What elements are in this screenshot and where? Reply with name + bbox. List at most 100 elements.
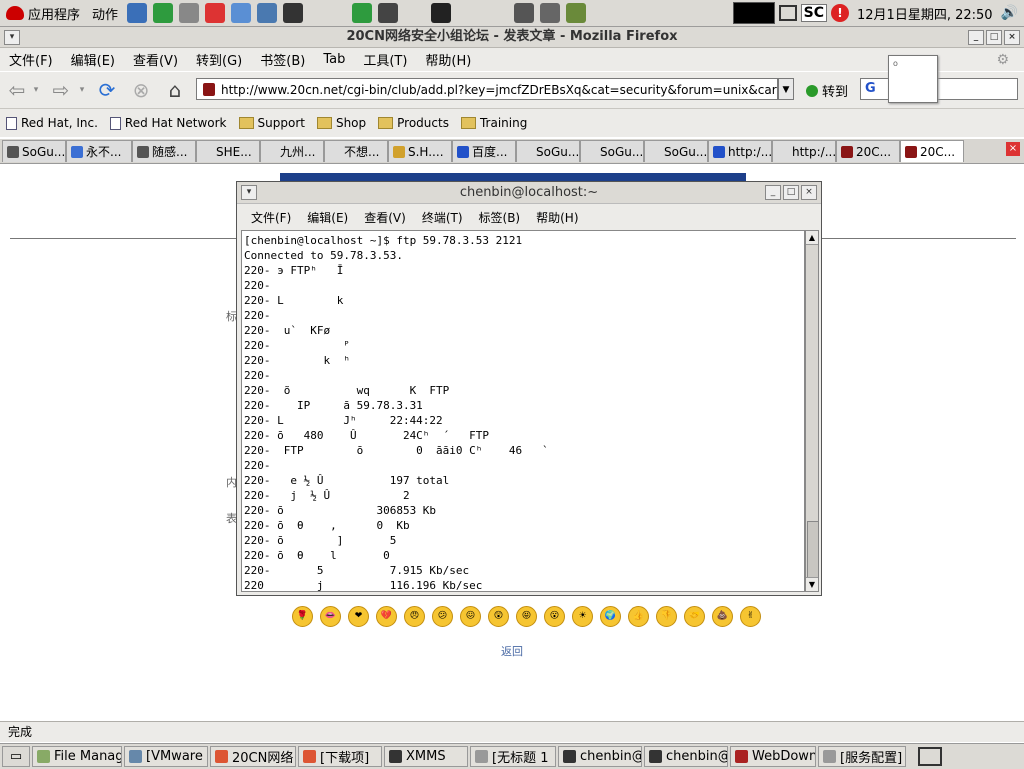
tab[interactable]: 20C... bbox=[836, 140, 900, 162]
search-icon[interactable] bbox=[514, 3, 535, 23]
emoticon-icon[interactable]: 💩 bbox=[712, 606, 733, 627]
taskbar-button[interactable]: [无标题 1 bbox=[470, 746, 556, 767]
menu-tools[interactable]: 工具(T) bbox=[354, 50, 416, 69]
tab[interactable]: SoGu... bbox=[516, 140, 580, 162]
taskbar-button[interactable]: chenbin@l bbox=[558, 746, 642, 767]
window-menu-button[interactable]: ▾ bbox=[4, 30, 20, 45]
forward-history-icon[interactable]: ▾ bbox=[76, 78, 88, 102]
taskbar-button[interactable]: [VMware W bbox=[124, 746, 208, 767]
emoticon-icon[interactable]: 👄 bbox=[320, 606, 341, 627]
scroll-thumb[interactable] bbox=[807, 521, 819, 579]
taskbar-button[interactable]: File Manag bbox=[32, 746, 122, 767]
emoticon-icon[interactable]: 😮 bbox=[544, 606, 565, 627]
menu-view[interactable]: 查看(V) bbox=[124, 50, 187, 69]
input-indicator[interactable]: SC bbox=[800, 4, 828, 22]
calculator-icon[interactable] bbox=[231, 3, 252, 23]
terminal-close-button[interactable]: × bbox=[801, 185, 817, 200]
tab[interactable]: S.H.... bbox=[388, 140, 452, 162]
taskbar-button[interactable]: [下载项] bbox=[298, 746, 382, 767]
network-icon[interactable] bbox=[153, 3, 174, 23]
terminal-minimize-button[interactable]: _ bbox=[765, 185, 781, 200]
qq-icon[interactable] bbox=[205, 3, 226, 23]
forward-icon[interactable]: ⇨ bbox=[48, 78, 74, 102]
update-icon[interactable]: ! bbox=[831, 4, 850, 22]
bookmark-item[interactable]: Red Hat, Inc. bbox=[0, 116, 104, 130]
taskbar-button[interactable]: 20CN网络 bbox=[210, 746, 296, 767]
xmms-icon[interactable] bbox=[283, 3, 304, 23]
tab[interactable]: http:/... bbox=[708, 140, 772, 162]
terminal-window[interactable]: ▾ chenbin@localhost:~ _ □ × 文件(F) 编辑(E) … bbox=[236, 181, 822, 596]
url-bar[interactable]: http://www.20cn.net/cgi-bin/club/add.pl?… bbox=[196, 78, 778, 100]
tab[interactable]: SoGu... bbox=[2, 140, 66, 162]
show-desktop-icon[interactable]: ▭ bbox=[2, 746, 30, 767]
google-icon[interactable]: G bbox=[865, 81, 876, 96]
emoticon-icon[interactable]: 💔 bbox=[376, 606, 397, 627]
terminal-menu-tabs[interactable]: 标签(B) bbox=[471, 209, 529, 226]
terminal-output[interactable]: [chenbin@localhost ~]$ ftp 59.78.3.53 21… bbox=[241, 230, 805, 592]
menu-tab[interactable]: Tab bbox=[314, 52, 354, 67]
emoticon-icon[interactable]: 😲 bbox=[488, 606, 509, 627]
terminal-menu-terminal[interactable]: 终端(T) bbox=[414, 209, 471, 226]
emoticon-icon[interactable]: 😠 bbox=[404, 606, 425, 627]
scroll-down-icon[interactable]: ▼ bbox=[806, 577, 818, 591]
go-button[interactable]: 转到 bbox=[806, 81, 848, 100]
terminal-menu-file[interactable]: 文件(F) bbox=[243, 209, 299, 226]
edit-icon[interactable] bbox=[179, 3, 200, 23]
clock[interactable]: 12月1日星期四, 22:50 bbox=[853, 4, 997, 23]
maximize-button[interactable]: □ bbox=[986, 30, 1002, 45]
emoticon-icon[interactable]: 😕 bbox=[432, 606, 453, 627]
autocomplete-popup[interactable]: o bbox=[888, 55, 938, 103]
tab[interactable]: 20C... bbox=[900, 140, 964, 162]
back-link[interactable]: 返回 bbox=[501, 643, 523, 659]
bookmark-item[interactable]: Products bbox=[372, 116, 455, 130]
camera-icon[interactable] bbox=[540, 3, 561, 23]
bookmark-item[interactable]: Red Hat Network bbox=[104, 116, 233, 130]
stop-icon[interactable]: ⊗ bbox=[128, 78, 154, 102]
menu-go[interactable]: 转到(G) bbox=[187, 50, 251, 69]
menu-help[interactable]: 帮助(H) bbox=[416, 50, 480, 69]
tab[interactable]: SoGu... bbox=[580, 140, 644, 162]
tab[interactable]: 永不... bbox=[66, 140, 132, 162]
bookmark-item[interactable]: Shop bbox=[311, 116, 372, 130]
tab[interactable]: 随感... bbox=[132, 140, 196, 162]
back-icon[interactable]: ⇦ bbox=[4, 78, 30, 102]
tab[interactable]: http:/... bbox=[772, 140, 836, 162]
glasses-icon[interactable] bbox=[431, 3, 452, 23]
bookmark-item[interactable]: Support bbox=[233, 116, 311, 130]
menu-file[interactable]: 文件(F) bbox=[0, 50, 62, 69]
taskbar-button[interactable]: [服务配置] bbox=[818, 746, 906, 767]
tab[interactable]: 百度... bbox=[452, 140, 516, 162]
scroll-up-icon[interactable]: ▲ bbox=[806, 231, 818, 245]
download-icon[interactable] bbox=[352, 3, 373, 23]
taskbar-button[interactable]: chenbin@l bbox=[644, 746, 728, 767]
terminal-scrollbar[interactable]: ▲ ▼ bbox=[805, 230, 819, 592]
taskbar-button[interactable]: WebDownl bbox=[730, 746, 816, 767]
tab[interactable]: SHE... bbox=[196, 140, 260, 162]
vmware-icon[interactable] bbox=[257, 3, 278, 23]
menu-bookmarks[interactable]: 书签(B) bbox=[251, 50, 314, 69]
taskbar-button[interactable]: XMMS bbox=[384, 746, 468, 767]
screens-icon[interactable] bbox=[778, 5, 797, 21]
copyright-icon[interactable] bbox=[378, 3, 399, 23]
network-monitor[interactable] bbox=[732, 2, 775, 24]
tab[interactable]: SoGu... bbox=[644, 140, 708, 162]
emoticon-icon[interactable]: 👎 bbox=[656, 606, 677, 627]
volume-icon[interactable]: 🔊 bbox=[1001, 5, 1018, 21]
search-box[interactable]: G bbox=[860, 78, 1018, 100]
close-tab-icon[interactable]: × bbox=[1006, 142, 1020, 156]
terminal-window-menu-button[interactable]: ▾ bbox=[241, 185, 257, 200]
terminal-menu-view[interactable]: 查看(V) bbox=[356, 209, 414, 226]
reload-icon[interactable]: ⟳ bbox=[94, 78, 120, 102]
close-button[interactable]: × bbox=[1004, 30, 1020, 45]
emoticon-icon[interactable]: ❤ bbox=[348, 606, 369, 627]
terminal-maximize-button[interactable]: □ bbox=[783, 185, 799, 200]
actions-menu[interactable]: 动作 bbox=[86, 0, 124, 26]
terminal-menu-edit[interactable]: 编辑(E) bbox=[299, 209, 356, 226]
url-dropdown[interactable]: ▼ bbox=[778, 78, 794, 100]
bookmark-item[interactable]: Training bbox=[455, 116, 533, 130]
terminal-menu-help[interactable]: 帮助(H) bbox=[528, 209, 586, 226]
menu-edit[interactable]: 编辑(E) bbox=[62, 50, 124, 69]
emoticon-icon[interactable]: ✌ bbox=[740, 606, 761, 627]
emoticon-icon[interactable]: 🤝 bbox=[684, 606, 705, 627]
book-icon[interactable] bbox=[566, 3, 587, 23]
